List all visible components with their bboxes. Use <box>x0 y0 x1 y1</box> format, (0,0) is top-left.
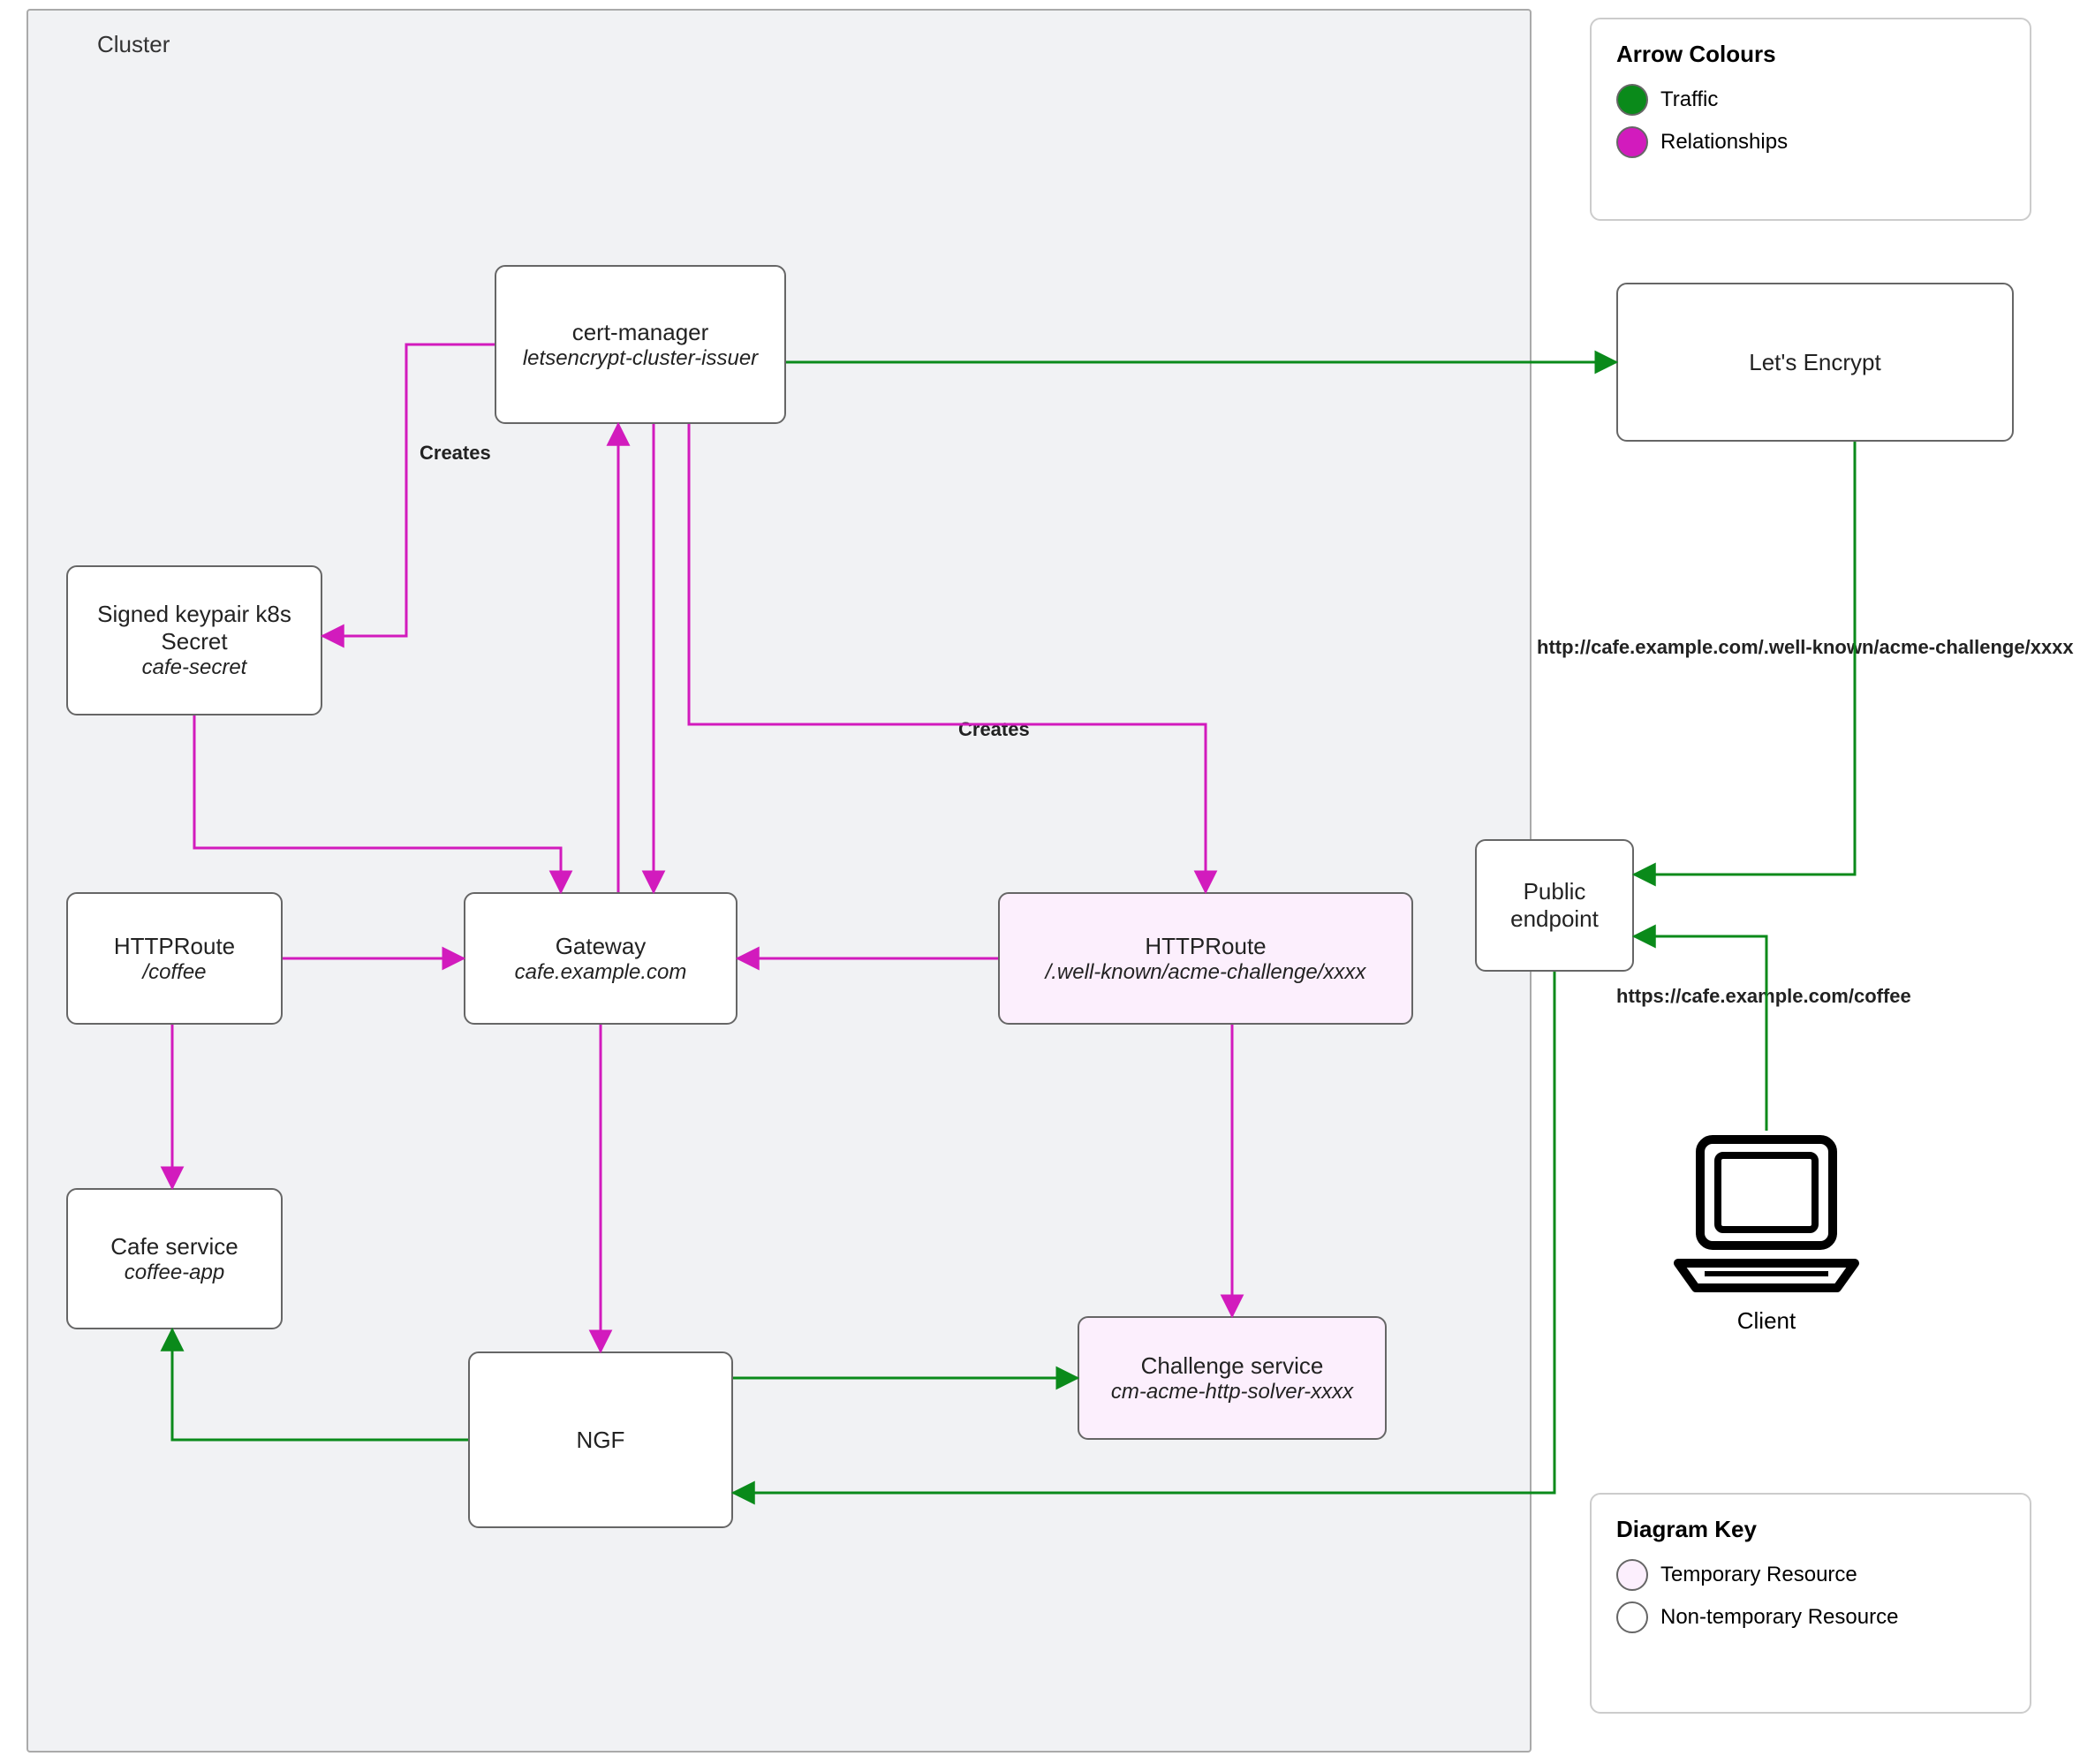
node-sub: cm-acme-http-solver-xxxx <box>1111 1380 1353 1404</box>
node-secret: Signed keypair k8s Secret cafe-secret <box>66 565 322 715</box>
legend-row-traffic: Traffic <box>1616 84 2005 116</box>
node-title: Cafe service <box>110 1233 238 1261</box>
node-httproute-coffee: HTTPRoute /coffee <box>66 892 283 1025</box>
edge-label-https-url: https://cafe.example.com/coffee <box>1616 985 1911 1008</box>
node-sub: letsencrypt-cluster-issuer <box>523 346 758 371</box>
node-public-endpoint: Public endpoint <box>1475 839 1634 972</box>
node-ngf: NGF <box>468 1351 733 1528</box>
node-title: Let's Encrypt <box>1749 349 1880 376</box>
legend-title: Arrow Colours <box>1616 41 2005 68</box>
node-sub: /.well-known/acme-challenge/xxxx <box>1046 960 1366 985</box>
node-cafe-service: Cafe service coffee-app <box>66 1188 283 1329</box>
client-label: Client <box>1731 1307 1802 1335</box>
node-sub: coffee-app <box>125 1261 224 1285</box>
cluster-label: Cluster <box>97 31 170 58</box>
legend-row-relationships: Relationships <box>1616 126 2005 158</box>
node-lets-encrypt: Let's Encrypt <box>1616 283 2014 442</box>
node-title: Challenge service <box>1141 1352 1324 1380</box>
node-title: Public endpoint <box>1484 878 1625 933</box>
legend-arrow-colours: Arrow Colours Traffic Relationships <box>1590 18 2031 221</box>
legend-label: Temporary Resource <box>1660 1563 1857 1587</box>
node-title: cert-manager <box>572 319 709 346</box>
node-title: Signed keypair k8s Secret <box>75 601 314 655</box>
swatch-nontemporary <box>1616 1601 1648 1633</box>
legend-row-nontemporary: Non-temporary Resource <box>1616 1601 2005 1633</box>
swatch-temporary <box>1616 1559 1648 1591</box>
legend-row-temporary: Temporary Resource <box>1616 1559 2005 1591</box>
node-cert-manager: cert-manager letsencrypt-cluster-issuer <box>495 265 786 424</box>
legend-label: Non-temporary Resource <box>1660 1605 1898 1630</box>
node-sub: cafe.example.com <box>515 960 687 985</box>
edge-label-creates-acme: Creates <box>958 718 1030 741</box>
edge-label-creates-secret: Creates <box>420 442 491 465</box>
swatch-traffic <box>1616 84 1648 116</box>
swatch-relationships <box>1616 126 1648 158</box>
node-sub: /coffee <box>142 960 206 985</box>
node-sub: cafe-secret <box>142 655 247 680</box>
legend-diagram-key: Diagram Key Temporary Resource Non-tempo… <box>1590 1493 2031 1714</box>
node-gateway: Gateway cafe.example.com <box>464 892 737 1025</box>
node-title: HTTPRoute <box>1145 933 1266 960</box>
node-challenge-service: Challenge service cm-acme-http-solver-xx… <box>1078 1316 1387 1440</box>
edge-label-acme-url: http://cafe.example.com/.well-known/acme… <box>1537 636 2074 659</box>
node-httproute-acme: HTTPRoute /.well-known/acme-challenge/xx… <box>998 892 1413 1025</box>
node-title: HTTPRoute <box>114 933 235 960</box>
client-laptop-icon <box>1669 1131 1864 1298</box>
legend-title: Diagram Key <box>1616 1516 2005 1543</box>
node-title: Gateway <box>556 933 647 960</box>
legend-label: Relationships <box>1660 130 1788 155</box>
legend-label: Traffic <box>1660 87 1718 112</box>
node-title: NGF <box>577 1427 625 1454</box>
